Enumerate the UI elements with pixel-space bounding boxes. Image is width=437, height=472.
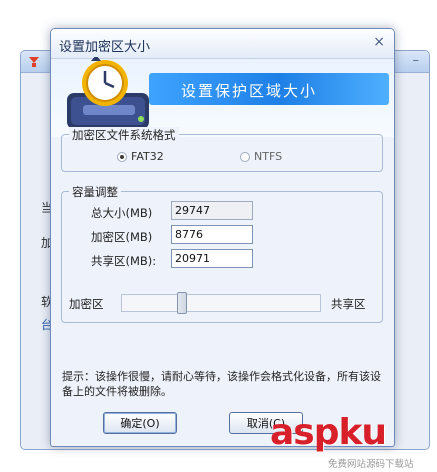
shared-size-input[interactable] bbox=[171, 249, 253, 268]
fat32-radio-label: FAT32 bbox=[131, 150, 164, 163]
slider-right-label: 共享区 bbox=[331, 297, 366, 311]
site-watermark: aspku 免费网站源码下载站 bbox=[270, 412, 437, 472]
encrypted-size-input[interactable] bbox=[171, 225, 253, 244]
size-slider-thumb[interactable] bbox=[177, 292, 188, 314]
slider-left-label: 加密区 bbox=[69, 297, 104, 311]
filesystem-group-legend: 加密区文件系统格式 bbox=[69, 127, 179, 143]
ntfs-radio[interactable]: NTFS bbox=[240, 150, 282, 163]
banner-title: 设置保护区域大小 bbox=[181, 82, 318, 100]
ntfs-radio-label: NTFS bbox=[254, 150, 283, 163]
fat32-radio[interactable]: FAT32 bbox=[117, 150, 164, 163]
fat32-radio-dot[interactable] bbox=[117, 151, 127, 162]
total-size-field bbox=[171, 201, 253, 220]
dialog-titlebar: 设置加密区大小 × bbox=[51, 29, 394, 59]
set-encrypted-area-dialog: 设置加密区大小 × 设置保护区域大小 加密区文件系统格式 FAT32 NTFS … bbox=[50, 28, 395, 447]
size-slider-track[interactable] bbox=[121, 294, 321, 312]
dialog-title: 设置加密区大小 bbox=[59, 40, 151, 55]
watermark-logo: aspku bbox=[270, 412, 387, 453]
filesystem-group: 加密区文件系统格式 FAT32 NTFS bbox=[61, 127, 383, 172]
ntfs-radio-dot[interactable] bbox=[240, 151, 250, 162]
capacity-group-legend: 容量调整 bbox=[69, 184, 121, 200]
screen: – 当 加 软 台 设置加密区大小 × 设置保护区域大小 加密区文件系统格式 F… bbox=[0, 0, 437, 472]
warning-hint: 提示：该操作很慢，请耐心等待，该操作会格式化设备，所有该设备上的文件将被删除。 bbox=[62, 370, 381, 398]
watermark-subtitle: 免费网站源码下载站 bbox=[328, 459, 414, 470]
ok-button[interactable]: 确定(O) bbox=[103, 412, 177, 434]
total-size-label: 总大小(MB) bbox=[91, 206, 153, 220]
close-icon[interactable]: × bbox=[373, 34, 385, 50]
app-logo-icon bbox=[29, 57, 39, 67]
shared-size-label: 共享区(MB): bbox=[91, 254, 157, 268]
background-window-close-icon[interactable]: – bbox=[413, 53, 420, 68]
usb-clock-icon bbox=[67, 57, 149, 129]
encrypted-size-label: 加密区(MB) bbox=[91, 230, 153, 244]
